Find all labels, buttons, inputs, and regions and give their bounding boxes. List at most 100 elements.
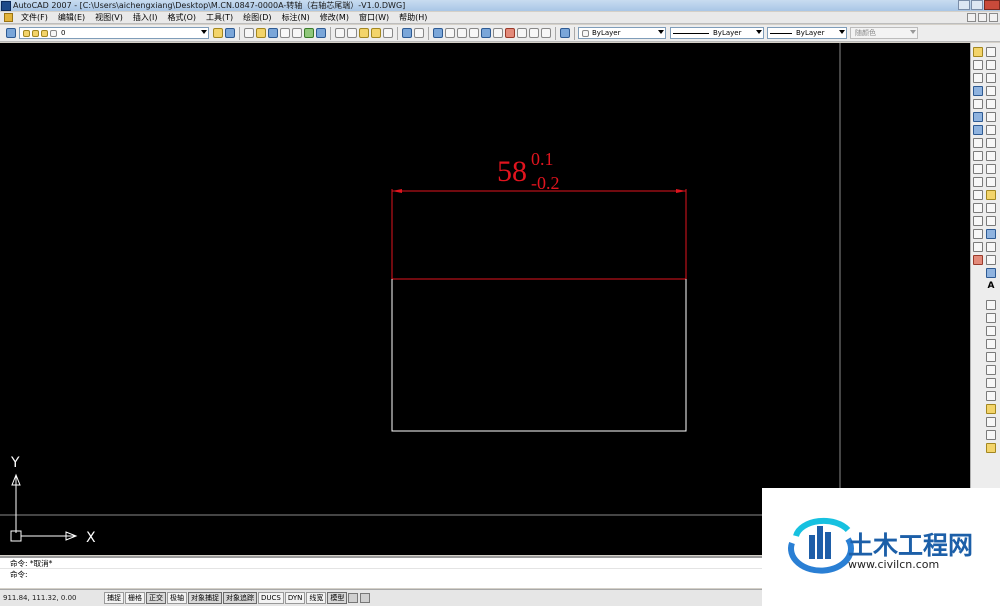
quick-leader-icon[interactable] (986, 443, 996, 453)
close-button[interactable] (984, 0, 1000, 10)
point-icon[interactable] (986, 216, 996, 226)
markup-icon[interactable] (529, 28, 539, 38)
join-icon[interactable] (973, 216, 983, 226)
trim-icon[interactable] (973, 164, 983, 174)
ortho-toggle[interactable]: 正交 (146, 592, 166, 604)
lineweight-dropdown[interactable]: ByLayer (767, 27, 847, 39)
polyline-icon[interactable] (986, 73, 996, 83)
menu-edit[interactable]: 编辑(E) (53, 12, 90, 23)
linetype-dropdown[interactable]: ByLayer (670, 27, 764, 39)
grid-toggle[interactable]: 栅格 (125, 592, 145, 604)
region-icon[interactable] (986, 255, 996, 265)
open-file-icon[interactable] (256, 28, 266, 38)
calculator-icon[interactable] (541, 28, 551, 38)
maximize-button[interactable] (971, 0, 983, 10)
stretch-icon[interactable] (973, 151, 983, 161)
circle-icon[interactable] (986, 125, 996, 135)
zoom-window-icon[interactable] (457, 28, 467, 38)
menu-format[interactable]: 格式(O) (162, 12, 201, 23)
revision-cloud-icon[interactable] (986, 138, 996, 148)
zoom-realtime-icon[interactable] (445, 28, 455, 38)
fillet-icon[interactable] (973, 242, 983, 252)
hatch-icon[interactable] (986, 229, 996, 239)
baseline-dimension-icon[interactable] (986, 417, 996, 427)
diameter-dimension-icon[interactable] (986, 378, 996, 388)
drawing-canvas[interactable]: 58 0.1 -0.2 Y X (0, 43, 970, 555)
osnap-toggle[interactable]: 对象捕捉 (188, 592, 222, 604)
ellipse-arc-icon[interactable] (986, 177, 996, 187)
menu-draw[interactable]: 绘图(D) (238, 12, 276, 23)
dimension-value[interactable]: 58 (497, 155, 527, 188)
match-properties-icon[interactable] (371, 28, 381, 38)
model-toggle[interactable]: 模型 (327, 592, 348, 604)
line-icon[interactable] (986, 47, 996, 57)
menu-tools[interactable]: 工具(T) (201, 12, 238, 23)
dyn-toggle[interactable]: DYN (284, 592, 306, 604)
rectangle-icon[interactable] (986, 99, 996, 109)
cut-icon[interactable] (335, 28, 345, 38)
extend-icon[interactable] (973, 177, 983, 187)
angular-dimension-icon[interactable] (986, 391, 996, 401)
insert-block-icon[interactable] (986, 190, 996, 200)
make-current-layer-icon[interactable] (213, 28, 223, 38)
chamfer-icon[interactable] (973, 229, 983, 239)
aligned-dimension-icon[interactable] (986, 313, 996, 323)
upper-tolerance[interactable]: 0.1 (531, 149, 554, 169)
part-outline[interactable] (391, 279, 687, 432)
jogged-dimension-icon[interactable] (986, 365, 996, 375)
otrack-toggle[interactable]: 对象追踪 (223, 592, 257, 604)
multiline-text-icon[interactable]: A (986, 281, 996, 291)
status-tray-icon[interactable] (348, 593, 359, 603)
menu-dimension[interactable]: 标注(N) (277, 12, 315, 23)
publish-icon[interactable] (304, 28, 314, 38)
print-icon[interactable] (280, 28, 290, 38)
rotate-icon[interactable] (973, 125, 983, 135)
document-close-button[interactable] (989, 13, 998, 22)
zoom-previous-icon[interactable] (469, 28, 479, 38)
move-icon[interactable] (973, 112, 983, 122)
erase-icon[interactable] (973, 47, 983, 57)
arc-length-icon[interactable] (986, 326, 996, 336)
color-dropdown[interactable]: ByLayer (578, 27, 666, 39)
menu-modify[interactable]: 修改(M) (315, 12, 354, 23)
gradient-icon[interactable] (986, 242, 996, 252)
help-icon[interactable] (560, 28, 570, 38)
paste-icon[interactable] (359, 28, 369, 38)
sheet-set-icon[interactable] (517, 28, 527, 38)
lower-tolerance[interactable]: -0.2 (531, 173, 560, 193)
copy-icon[interactable] (347, 28, 357, 38)
polygon-icon[interactable] (986, 86, 996, 96)
menu-file[interactable]: 文件(F) (16, 12, 53, 23)
document-minimize-button[interactable] (967, 13, 976, 22)
menu-help[interactable]: 帮助(H) (394, 12, 432, 23)
radius-dimension-icon[interactable] (986, 352, 996, 362)
menu-view[interactable]: 视图(V) (90, 12, 128, 23)
array-icon[interactable] (973, 99, 983, 109)
new-file-icon[interactable] (244, 28, 254, 38)
lock-icon[interactable] (360, 593, 371, 603)
table-icon[interactable] (986, 268, 996, 278)
construction-line-icon[interactable] (986, 60, 996, 70)
menu-window[interactable]: 窗口(W) (354, 12, 394, 23)
layer-previous-icon[interactable] (225, 28, 235, 38)
mirror-icon[interactable] (973, 73, 983, 83)
explode-icon[interactable] (973, 255, 983, 265)
autocad-app-icon[interactable] (1, 0, 11, 11)
spline-icon[interactable] (986, 151, 996, 161)
print-preview-icon[interactable] (292, 28, 302, 38)
offset-icon[interactable] (973, 86, 983, 96)
redo-icon[interactable] (414, 28, 424, 38)
document-icon[interactable] (4, 13, 13, 22)
ellipse-icon[interactable] (986, 164, 996, 174)
break-at-point-icon[interactable] (973, 190, 983, 200)
plotstyle-dropdown[interactable]: 随颜色 (850, 27, 918, 39)
copy-object-icon[interactable] (973, 60, 983, 70)
continue-dimension-icon[interactable] (986, 430, 996, 440)
snap-toggle[interactable]: 捕捉 (104, 592, 124, 604)
undo-icon[interactable] (402, 28, 412, 38)
save-icon[interactable] (268, 28, 278, 38)
layer-dropdown[interactable]: 0 (19, 27, 209, 39)
ducs-toggle[interactable]: DUCS (258, 592, 284, 604)
polar-toggle[interactable]: 极轴 (167, 592, 187, 604)
coordinates-readout[interactable]: 911.84, 111.32, 0.00 (0, 594, 104, 602)
